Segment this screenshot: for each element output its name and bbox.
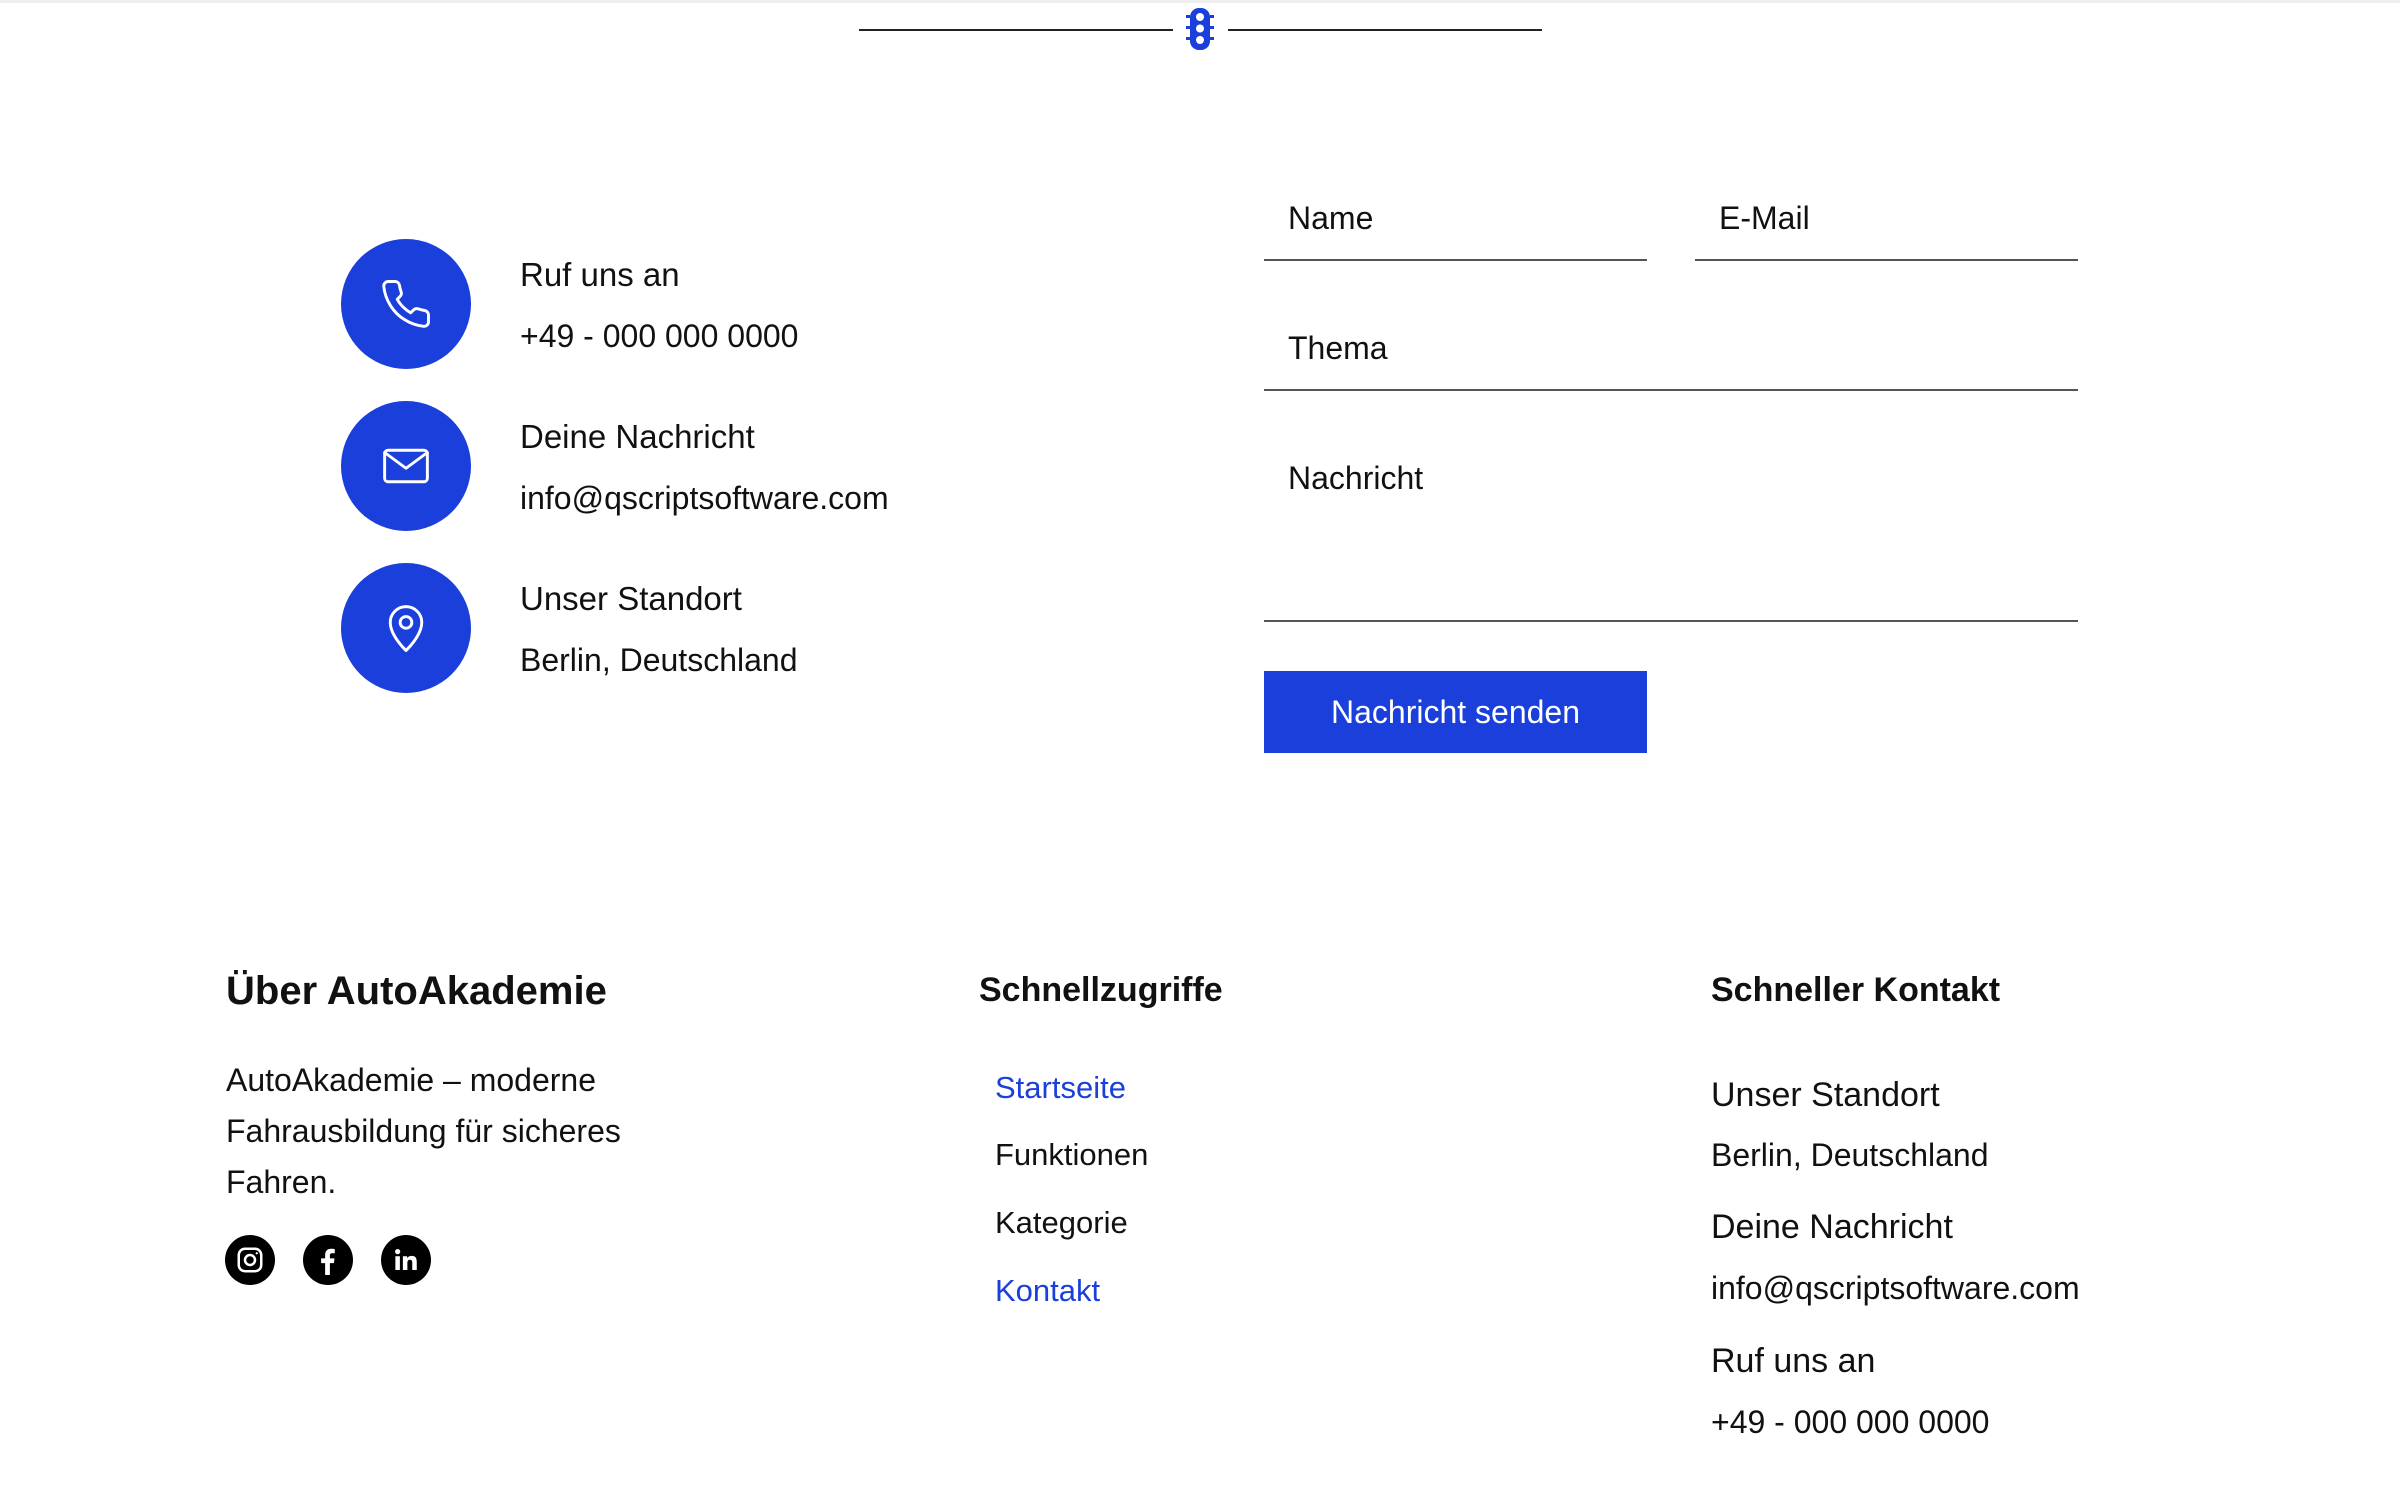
- divider-line-left: [859, 29, 1173, 31]
- footer-link-kategorie[interactable]: Kategorie: [995, 1203, 1128, 1243]
- footer-phone-label: Ruf uns an: [1711, 1342, 1876, 1380]
- email-input[interactable]: E-Mail: [1695, 180, 2078, 261]
- contact-info-label: Deine Nachricht: [520, 418, 755, 455]
- instagram-icon: [237, 1247, 263, 1273]
- contact-info-value: Berlin, Deutschland: [520, 642, 798, 678]
- contact-info-value: +49 - 000 000 0000: [520, 318, 799, 354]
- footer-about-text: AutoAkademie – moderne Fahrausbildung fü…: [226, 1062, 621, 1200]
- subject-input[interactable]: Thema: [1264, 310, 2078, 391]
- footer-quicklinks-heading: Schnellzugriffe: [979, 971, 1223, 1009]
- footer-about-heading: Über AutoAkademie: [226, 969, 607, 1013]
- contact-info-email: Deine Nachricht info@qscriptsoftware.com: [341, 401, 1041, 531]
- message-textarea-placeholder: Nachricht: [1288, 460, 1424, 496]
- footer-message-label: Deine Nachricht: [1711, 1208, 1953, 1246]
- facebook-icon: [321, 1248, 335, 1275]
- divider-line-right: [1228, 29, 1542, 31]
- footer-link-kontakt[interactable]: Kontakt: [995, 1271, 1100, 1311]
- instagram-link[interactable]: [225, 1235, 275, 1285]
- location-pin-icon-circle: [341, 563, 471, 693]
- linkedin-icon: [395, 1249, 417, 1270]
- contact-info-location: Unser Standort Berlin, Deutschland: [341, 563, 1041, 693]
- send-message-button[interactable]: Nachricht senden: [1264, 671, 1647, 753]
- contact-info-phone: Ruf uns an +49 - 000 000 0000: [341, 239, 1041, 369]
- footer-quickcontact-heading: Schneller Kontakt: [1711, 971, 2001, 1009]
- linkedin-link[interactable]: [381, 1235, 431, 1285]
- name-input-placeholder: Name: [1288, 200, 1374, 236]
- traffic-light-icon: [1186, 8, 1214, 50]
- top-strip: [0, 0, 2400, 3]
- footer-phone-value[interactable]: +49 - 000 000 0000: [1711, 1402, 1989, 1442]
- footer-location-label: Unser Standort: [1711, 1076, 1940, 1114]
- contact-info-label: Unser Standort: [520, 580, 742, 617]
- message-textarea[interactable]: Nachricht: [1264, 440, 2078, 622]
- mail-icon: [383, 448, 429, 484]
- email-input-placeholder: E-Mail: [1719, 200, 1810, 236]
- name-input[interactable]: Name: [1264, 180, 1647, 261]
- phone-icon-circle: [341, 239, 471, 369]
- location-pin-icon: [388, 605, 424, 652]
- footer-email-value[interactable]: info@qscriptsoftware.com: [1711, 1268, 2080, 1308]
- contact-info-value: info@qscriptsoftware.com: [520, 480, 889, 516]
- footer-link-startseite[interactable]: Startseite: [995, 1068, 1126, 1108]
- footer-location-value: Berlin, Deutschland: [1711, 1137, 1989, 1173]
- phone-icon: [382, 280, 430, 328]
- subject-input-placeholder: Thema: [1288, 330, 1388, 366]
- facebook-link[interactable]: [303, 1235, 353, 1285]
- footer-link-funktionen[interactable]: Funktionen: [995, 1135, 1148, 1175]
- contact-info-label: Ruf uns an: [520, 256, 680, 293]
- mail-icon-circle: [341, 401, 471, 531]
